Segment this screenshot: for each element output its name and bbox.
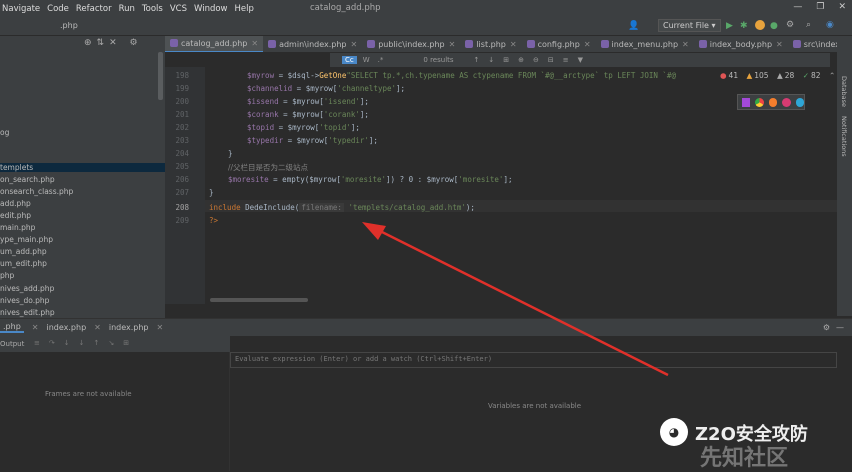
arrow-shaft (377, 228, 669, 377)
arrow-head (362, 222, 386, 240)
annotation-arrow (362, 222, 669, 377)
watermark-site: 先知社区 (700, 446, 789, 471)
wechat-icon: ◕ (660, 418, 688, 446)
